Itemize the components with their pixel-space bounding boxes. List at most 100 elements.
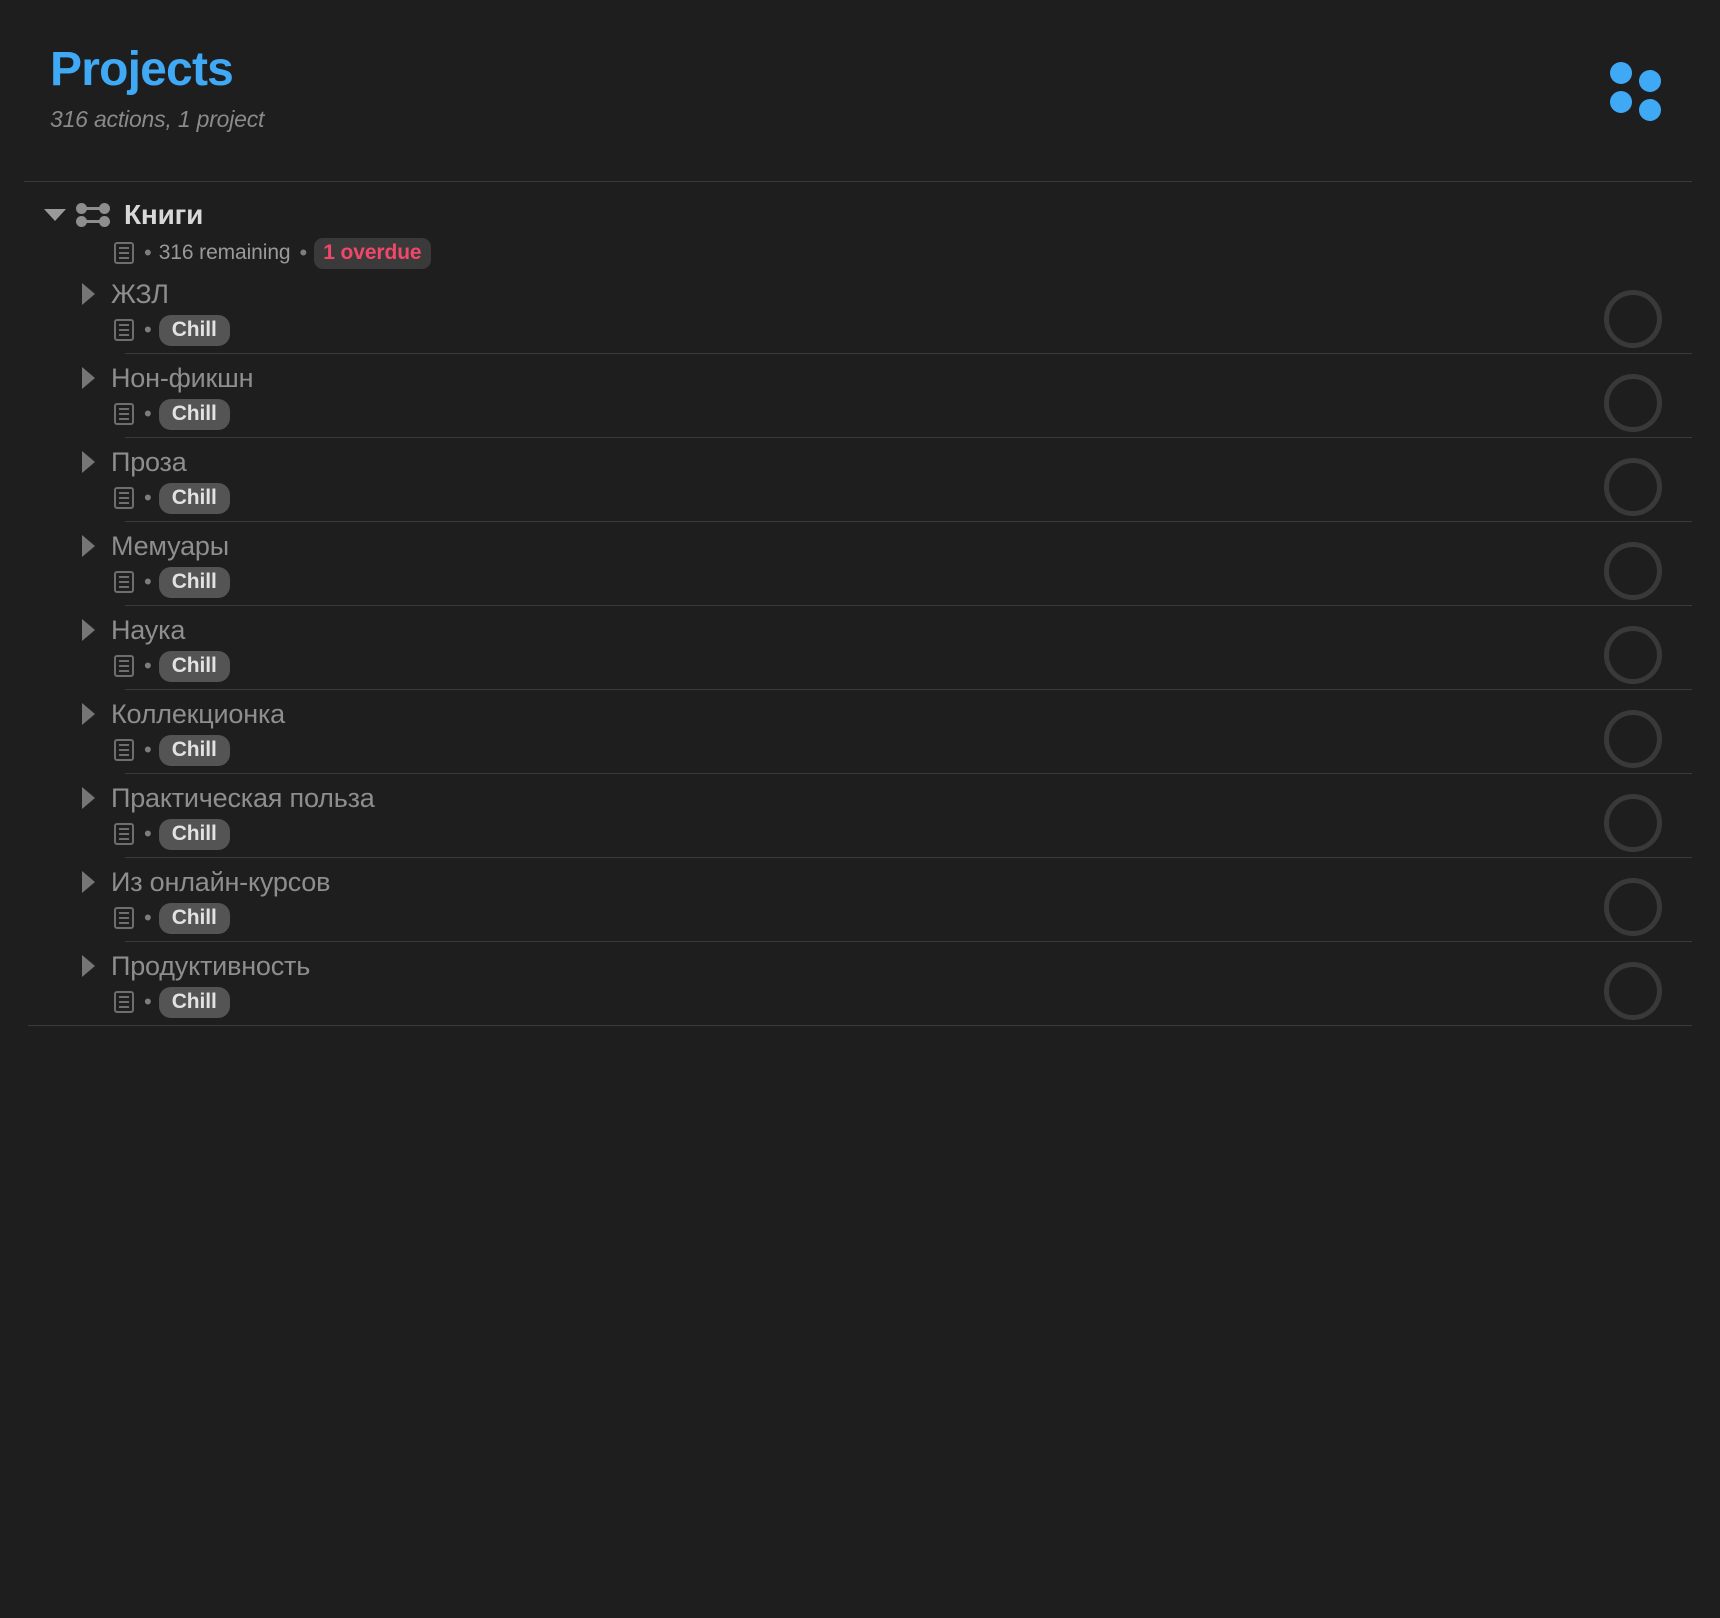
meta-separator: • (144, 821, 152, 846)
row-meta-line: • Chill (0, 650, 1720, 682)
row-title: Мемуары (111, 530, 229, 561)
status-circle[interactable] (1604, 458, 1662, 516)
list-item[interactable]: Проза • Chill (0, 438, 1720, 522)
list-bottom-divider (28, 1025, 1692, 1026)
chevron-right-icon[interactable] (82, 283, 95, 305)
note-icon (114, 907, 134, 929)
chevron-right-icon[interactable] (82, 367, 95, 389)
row-title-line: Наука (0, 611, 1720, 649)
row-title: ЖЗЛ (111, 278, 169, 309)
row-title: Практическая польза (111, 782, 375, 813)
page-title: Projects (50, 43, 234, 96)
row-meta-line: • Chill (0, 818, 1720, 850)
list-item[interactable]: Продуктивность • Chill (0, 942, 1720, 1026)
meta-separator-2: • (299, 240, 308, 265)
project-title: Книги (124, 199, 204, 230)
row-title-line: Практическая польза (0, 779, 1720, 817)
list-item[interactable]: Мемуары • Chill (0, 522, 1720, 606)
status-circle[interactable] (1604, 794, 1662, 852)
list-item[interactable]: Из онлайн-курсов • Chill (0, 858, 1720, 942)
row-title-line: Проза (0, 443, 1720, 481)
overdue-badge: 1 overdue (314, 237, 431, 269)
tag-badge[interactable]: Chill (158, 734, 230, 766)
project-header-line: Книги (0, 197, 1720, 233)
note-icon (114, 403, 134, 425)
chevron-right-icon[interactable] (82, 619, 95, 641)
status-circle[interactable] (1604, 374, 1662, 432)
tag-badge[interactable]: Chill (158, 314, 230, 346)
status-circle[interactable] (1604, 710, 1662, 768)
tag-badge[interactable]: Chill (158, 650, 230, 682)
row-meta-line: • Chill (0, 314, 1720, 346)
list-item[interactable]: Коллекционка • Chill (0, 690, 1720, 774)
list-item[interactable]: Наука • Chill (0, 606, 1720, 690)
note-icon (114, 571, 134, 593)
chevron-right-icon[interactable] (82, 703, 95, 725)
project-meta-line: • 316 remaining • 1 overdue (0, 237, 1720, 269)
projects-screen: Projects 316 actions, 1 project Книги • (0, 0, 1720, 1618)
row-title-line: ЖЗЛ (0, 275, 1720, 313)
page-subtitle: 316 actions, 1 project (50, 106, 265, 132)
row-meta-line: • Chill (0, 734, 1720, 766)
status-circle[interactable] (1604, 290, 1662, 348)
row-meta-line: • Chill (0, 398, 1720, 430)
chevron-right-icon[interactable] (82, 955, 95, 977)
status-circle[interactable] (1604, 626, 1662, 684)
meta-separator: • (144, 485, 152, 510)
grid-dot-top-right (1639, 70, 1661, 92)
meta-separator: • (144, 905, 152, 930)
row-meta-line: • Chill (0, 482, 1720, 514)
row-title-line: Коллекционка (0, 695, 1720, 733)
row-title-line: Продуктивность (0, 947, 1720, 985)
row-title: Продуктивность (111, 950, 311, 981)
meta-separator: • (144, 569, 152, 594)
row-title: Из онлайн-курсов (111, 866, 331, 897)
row-title: Наука (111, 614, 186, 645)
grid-dot-top-left (1610, 62, 1632, 84)
list-item[interactable]: ЖЗЛ • Chill (0, 270, 1720, 354)
note-icon (114, 242, 134, 264)
meta-separator: • (144, 653, 152, 678)
row-title-line: Нон-фикшн (0, 359, 1720, 397)
chevron-right-icon[interactable] (82, 535, 95, 557)
row-title: Нон-фикшн (111, 362, 254, 393)
status-circle[interactable] (1604, 878, 1662, 936)
tag-badge[interactable]: Chill (158, 902, 230, 934)
meta-separator: • (144, 317, 152, 342)
status-circle[interactable] (1604, 962, 1662, 1020)
tag-badge[interactable]: Chill (158, 566, 230, 598)
tag-badge[interactable]: Chill (158, 818, 230, 850)
note-icon (114, 655, 134, 677)
grid-dots-icon[interactable] (1610, 62, 1662, 121)
row-title-line: Мемуары (0, 527, 1720, 565)
list-item[interactable]: Практическая польза • Chill (0, 774, 1720, 858)
note-icon (114, 319, 134, 341)
page-header: Projects 316 actions, 1 project (0, 0, 1720, 182)
tag-badge[interactable]: Chill (158, 986, 230, 1018)
remaining-count: 316 remaining (158, 241, 291, 264)
grid-dot-bottom-right (1639, 99, 1661, 121)
meta-separator: • (144, 401, 152, 426)
row-meta-line: • Chill (0, 986, 1720, 1018)
project-row-knigi[interactable]: Книги • 316 remaining • 1 overdue (0, 182, 1720, 270)
parallel-project-icon (76, 201, 110, 229)
note-icon (114, 739, 134, 761)
row-title: Проза (111, 446, 187, 477)
meta-separator: • (144, 989, 152, 1014)
tag-badge[interactable]: Chill (158, 482, 230, 514)
meta-separator: • (144, 737, 152, 762)
tag-badge[interactable]: Chill (158, 398, 230, 430)
chevron-right-icon[interactable] (82, 871, 95, 893)
note-icon (114, 823, 134, 845)
row-title-line: Из онлайн-курсов (0, 863, 1720, 901)
meta-separator: • (144, 240, 152, 265)
status-circle[interactable] (1604, 542, 1662, 600)
note-icon (114, 991, 134, 1013)
grid-dot-bottom-left (1610, 91, 1632, 113)
list-item[interactable]: Нон-фикшн • Chill (0, 354, 1720, 438)
row-title: Коллекционка (111, 698, 285, 729)
chevron-down-icon[interactable] (44, 209, 66, 221)
chevron-right-icon[interactable] (82, 787, 95, 809)
chevron-right-icon[interactable] (82, 451, 95, 473)
row-meta-line: • Chill (0, 566, 1720, 598)
